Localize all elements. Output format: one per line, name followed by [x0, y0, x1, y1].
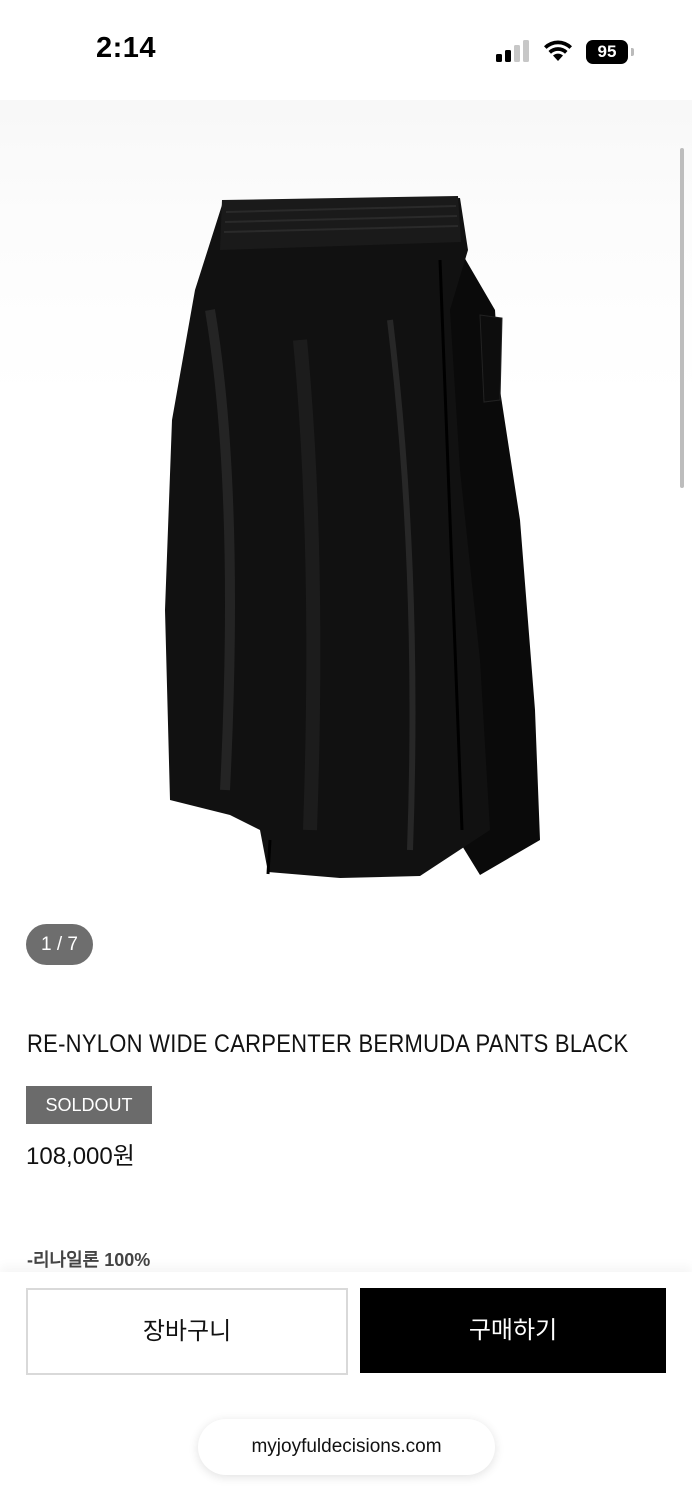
battery-level: 95 [586, 40, 628, 64]
buy-now-button[interactable]: 구매하기 [360, 1288, 666, 1373]
browser-url-bar[interactable]: myjoyfuldecisions.com [198, 1419, 495, 1475]
status-bar: 2:14 95 [0, 0, 692, 100]
product-image[interactable] [150, 190, 550, 890]
image-page-indicator: 1 / 7 [26, 924, 93, 965]
scrollbar[interactable] [680, 148, 684, 488]
product-title: RE-NYLON WIDE CARPENTER BERMUDA PANTS BL… [27, 1030, 629, 1058]
battery-icon: 95 [586, 40, 636, 64]
add-to-cart-button[interactable]: 장바구니 [26, 1288, 348, 1375]
cellular-signal-icon [496, 40, 529, 62]
material-info: -리나일론 100% [27, 1250, 151, 1270]
soldout-badge: SOLDOUT [26, 1086, 152, 1124]
product-price: 108,000원 [26, 1143, 135, 1170]
clock: 2:14 [96, 32, 157, 64]
wifi-icon [544, 40, 572, 61]
